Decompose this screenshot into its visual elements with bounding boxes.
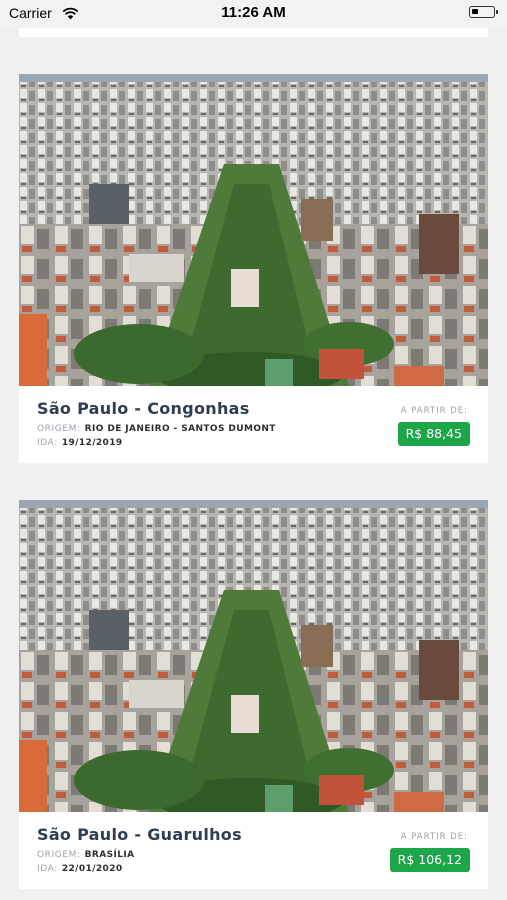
origin-label: ORIGEM: — [37, 424, 81, 434]
origin-line: ORIGEM: RIO DE JANEIRO - SANTOS DUMONT — [37, 424, 276, 434]
price-from-label: A PARTIR DE: — [400, 406, 468, 416]
city-aerial-photo — [19, 74, 488, 386]
departure-date: 19/12/2019 — [61, 438, 123, 448]
status-bar: Carrier 11:26 AM — [0, 0, 507, 28]
departure-label: IDA: — [37, 864, 58, 874]
departure-line: IDA: 22/01/2020 — [37, 864, 123, 874]
clock: 11:26 AM — [221, 4, 286, 21]
origin-value: RIO DE JANEIRO - SANTOS DUMONT — [84, 424, 276, 434]
price-button[interactable]: R$ 106,12 — [389, 848, 470, 872]
price-from-label: A PARTIR DE: — [400, 832, 468, 842]
offer-card[interactable]: São Paulo - Guarulhos ORIGEM: BRASÍLIA ID… — [19, 500, 488, 889]
origin-value: BRASÍLIA — [84, 850, 135, 860]
origin-label: ORIGEM: — [37, 850, 81, 860]
route-title: São Paulo - Congonhas — [37, 399, 250, 418]
price-button[interactable]: R$ 88,45 — [397, 422, 470, 446]
offer-info: São Paulo - Congonhas ORIGEM: RIO DE JANE… — [19, 386, 488, 462]
departure-label: IDA: — [37, 438, 58, 448]
offer-info: São Paulo - Guarulhos ORIGEM: BRASÍLIA ID… — [19, 812, 488, 888]
offer-card[interactable]: São Paulo - Congonhas ORIGEM: RIO DE JANE… — [19, 74, 488, 463]
city-aerial-photo — [19, 500, 488, 812]
departure-line: IDA: 19/12/2019 — [37, 438, 123, 448]
origin-line: ORIGEM: BRASÍLIA — [37, 850, 135, 860]
battery-icon — [469, 6, 495, 18]
departure-date: 22/01/2020 — [61, 864, 123, 874]
route-title: São Paulo - Guarulhos — [37, 825, 242, 844]
